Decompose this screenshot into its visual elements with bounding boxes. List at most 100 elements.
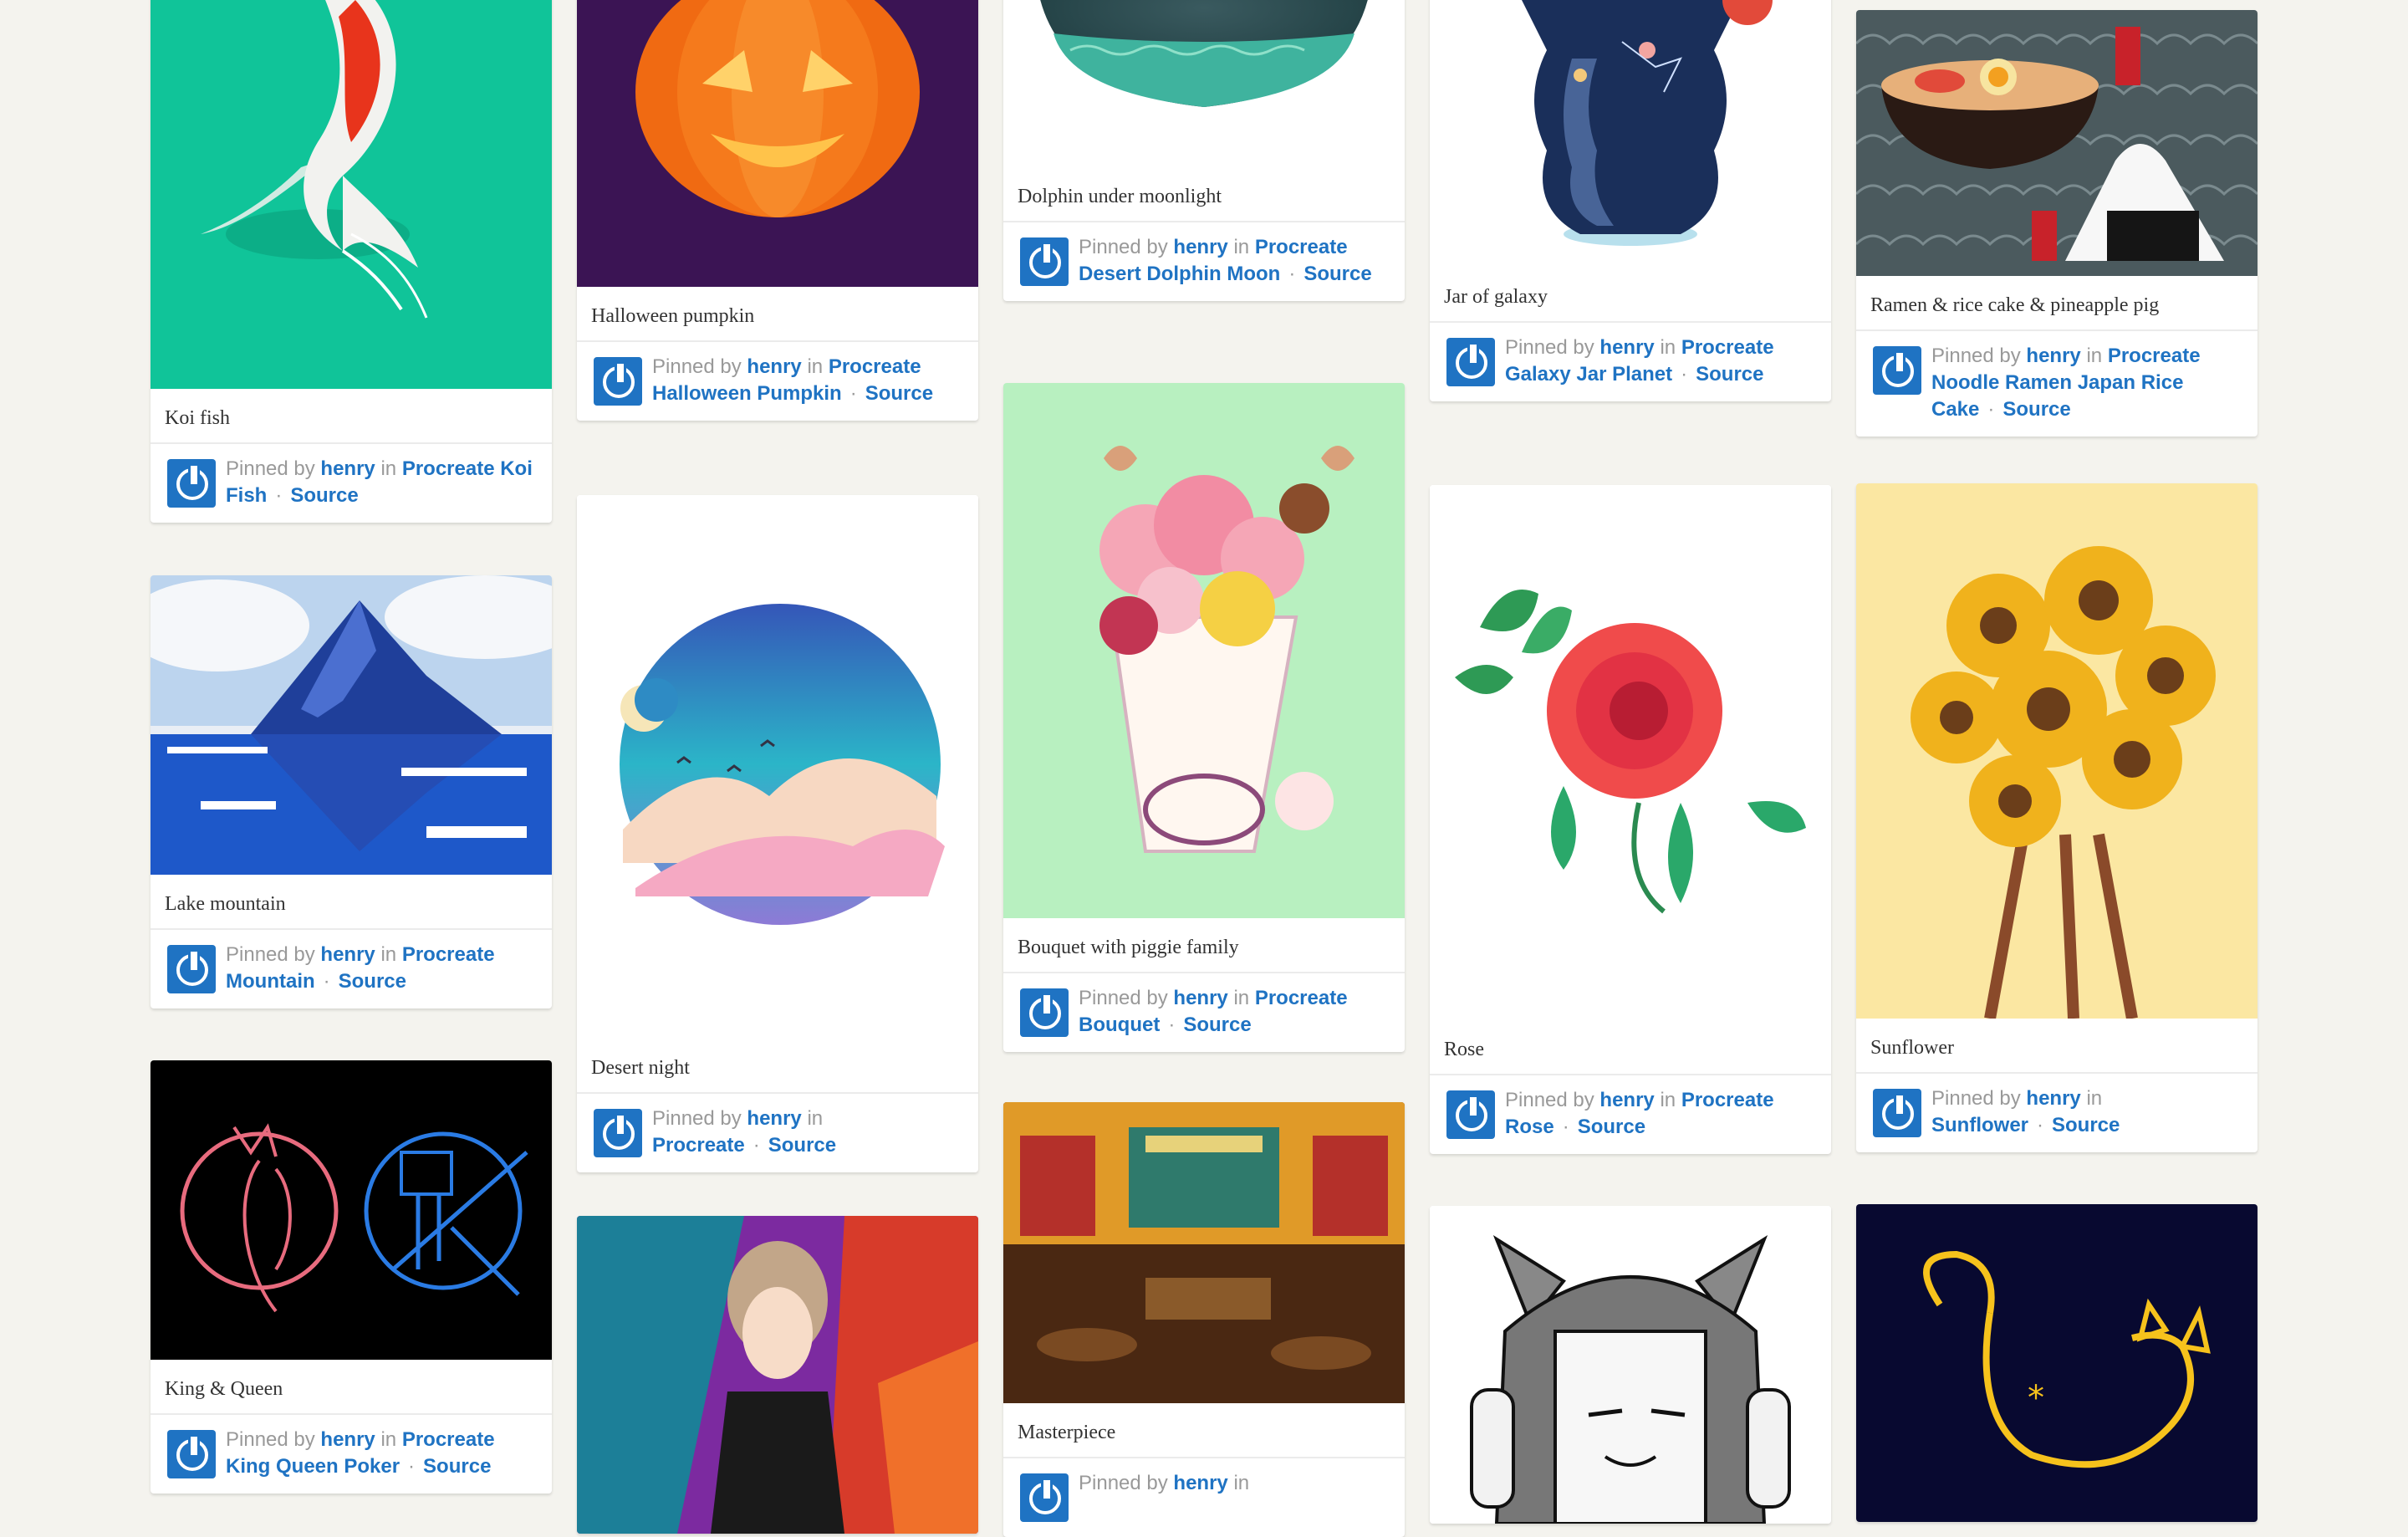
avatar[interactable] [1873, 1089, 1921, 1137]
avatar[interactable] [594, 1109, 642, 1157]
pin-image-anime-character[interactable] [577, 1216, 978, 1534]
board-link[interactable]: Procreate [652, 1134, 745, 1157]
pin-image-dolphin-moonlight[interactable] [1003, 0, 1405, 167]
pin-image-halloween-pumpkin[interactable] [577, 0, 978, 287]
source-link[interactable]: Source [290, 484, 358, 507]
avatar[interactable] [1446, 338, 1495, 386]
pinned-by-label: Pinned by [652, 1107, 742, 1130]
in-label: in [380, 943, 397, 966]
user-link[interactable]: henry [320, 1428, 375, 1451]
user-link[interactable]: henry [1173, 987, 1227, 1009]
pin-card[interactable]: Bouquet with piggie family Pinned by hen… [1003, 383, 1405, 1052]
pin-meta: Pinned by henry in Procreate Galaxy Jar … [1430, 323, 1831, 401]
pin-image-rose[interactable] [1430, 485, 1831, 1020]
user-link[interactable]: henry [1173, 236, 1227, 258]
pin-title: Rose [1430, 1020, 1831, 1075]
pin-image-masterpiece[interactable] [1003, 1102, 1405, 1403]
avatar[interactable] [167, 945, 216, 993]
pin-image-yellow-cat[interactable]: * [1856, 1204, 2258, 1522]
svg-text:*: * [2028, 1379, 2044, 1417]
avatar[interactable] [594, 357, 642, 406]
pin-meta: Pinned by henry in Procreate Bouquet · Sou… [1003, 973, 1405, 1052]
pin-title: Jar of galaxy [1430, 268, 1831, 323]
in-label: in [1233, 236, 1250, 258]
in-label: in [807, 355, 824, 378]
source-link[interactable]: Source [1303, 263, 1371, 285]
pin-title: Masterpiece [1003, 1403, 1405, 1458]
user-link[interactable]: henry [1599, 1089, 1654, 1111]
in-label: in [807, 1107, 824, 1130]
source-link[interactable]: Source [1696, 363, 1763, 386]
pin-image-king-queen[interactable] [150, 1060, 552, 1360]
avatar[interactable] [167, 1430, 216, 1478]
pinned-by-label: Pinned by [226, 943, 315, 966]
source-link[interactable]: Source [423, 1455, 491, 1478]
pin-meta: Pinned by henry in [1003, 1458, 1405, 1537]
pin-title: Ramen & rice cake & pineapple pig [1856, 276, 2258, 331]
source-link[interactable]: Source [768, 1134, 836, 1157]
avatar[interactable] [1020, 988, 1069, 1037]
source-link[interactable]: Source [1578, 1116, 1645, 1138]
in-label: in [2086, 345, 2103, 367]
pin-card[interactable]: Sunflower Pinned by henry in Sunflower · S… [1856, 483, 2258, 1152]
user-link[interactable]: henry [747, 1107, 801, 1130]
source-link[interactable]: Source [865, 382, 933, 405]
source-link[interactable]: Source [2002, 398, 2070, 421]
pin-image-sunflower[interactable] [1856, 483, 2258, 1019]
pinned-by-label: Pinned by [1505, 336, 1594, 359]
user-link[interactable]: henry [320, 943, 375, 966]
pinned-by-label: Pinned by [1505, 1089, 1594, 1111]
user-link[interactable]: henry [320, 457, 375, 480]
pin-image-desert-night[interactable] [577, 495, 978, 1039]
pin-image-bouquet[interactable] [1003, 383, 1405, 918]
pin-meta: Pinned by henry in Procreate Halloween P… [577, 342, 978, 421]
pin-image-galaxy-jar[interactable] [1430, 0, 1831, 268]
pin-card[interactable]: Koi fish Pinned by henry in Procreate Ko… [150, 0, 552, 523]
user-link[interactable]: henry [1599, 336, 1654, 359]
pin-card[interactable]: King & Queen Pinned by henry in Procreat… [150, 1060, 552, 1494]
pin-image-koi-fish[interactable] [150, 0, 552, 389]
pin-card[interactable]: Ramen & rice cake & pineapple pig Pinned… [1856, 10, 2258, 437]
pin-meta: Pinned by henry in Procreate Noodle Rame… [1856, 331, 2258, 437]
avatar[interactable] [1020, 1473, 1069, 1522]
pinned-by-label: Pinned by [1079, 987, 1168, 1009]
pin-card[interactable]: Masterpiece Pinned by henry in [1003, 1102, 1405, 1537]
in-label: in [1233, 987, 1250, 1009]
pinned-by-label: Pinned by [652, 355, 742, 378]
user-link[interactable]: henry [1173, 1472, 1227, 1494]
avatar[interactable] [1020, 237, 1069, 286]
avatar[interactable] [1873, 346, 1921, 395]
source-link[interactable]: Source [2052, 1114, 2120, 1136]
pin-title: Desert night [577, 1039, 978, 1094]
avatar[interactable] [167, 459, 216, 508]
source-link[interactable]: Source [1183, 1014, 1251, 1036]
pin-card[interactable] [577, 1216, 978, 1534]
source-link[interactable]: Source [339, 970, 406, 993]
in-label: in [380, 1428, 397, 1451]
user-link[interactable]: henry [2026, 1087, 2080, 1110]
pin-title: Dolphin under moonlight [1003, 167, 1405, 222]
user-link[interactable]: henry [2026, 345, 2080, 367]
user-link[interactable]: henry [747, 355, 801, 378]
pin-card[interactable]: Halloween pumpkin Pinned by henry in Pro… [577, 0, 978, 421]
pin-card[interactable]: Jar of galaxy Pinned by henry in Procrea… [1430, 0, 1831, 401]
pin-meta: Pinned by henry in Procreate Desert Dolp… [1003, 222, 1405, 301]
pin-image-cat-girl[interactable] [1430, 1206, 1831, 1524]
pin-card[interactable]: Desert night Pinned by henry in Procreat… [577, 495, 978, 1172]
pin-title: King & Queen [150, 1360, 552, 1415]
pin-title: Koi fish [150, 389, 552, 444]
in-label: in [1233, 1472, 1250, 1494]
pin-card[interactable]: Lake mountain Pinned by henry in Procrea… [150, 575, 552, 1008]
pin-image-ramen[interactable] [1856, 10, 2258, 276]
board-link[interactable]: Sunflower [1931, 1114, 2028, 1136]
pinned-by-label: Pinned by [226, 1428, 315, 1451]
pinned-by-label: Pinned by [1079, 236, 1168, 258]
pin-card[interactable]: * [1856, 1204, 2258, 1522]
pin-card[interactable] [1430, 1206, 1831, 1524]
in-label: in [1660, 336, 1676, 359]
pin-card[interactable]: Dolphin under moonlight Pinned by henry … [1003, 0, 1405, 301]
pin-title: Lake mountain [150, 875, 552, 930]
avatar[interactable] [1446, 1090, 1495, 1139]
pin-card[interactable]: Rose Pinned by henry in Procreate Rose · S… [1430, 485, 1831, 1154]
pin-image-lake-mountain[interactable] [150, 575, 552, 875]
